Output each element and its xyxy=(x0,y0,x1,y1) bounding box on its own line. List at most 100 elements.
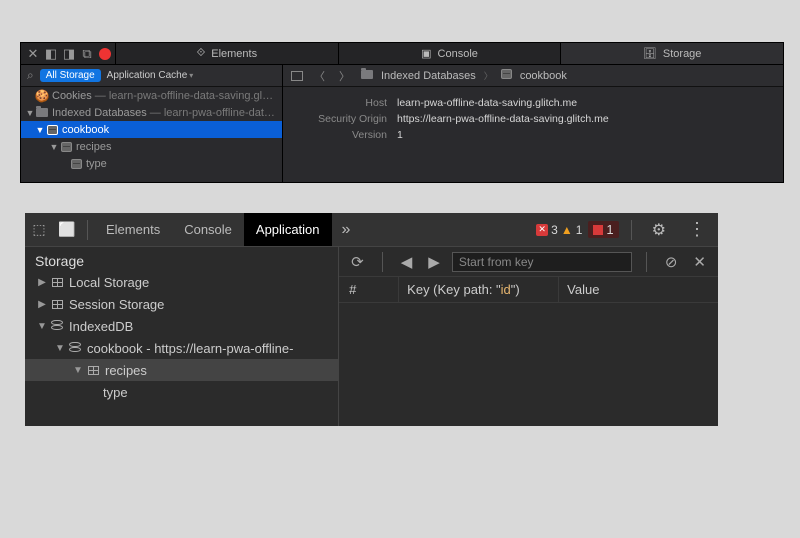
page-next-icon[interactable]: ▶ xyxy=(424,253,444,271)
refresh-icon[interactable]: ⟳ xyxy=(347,253,368,271)
device-toggle-icon[interactable]: ⬜ xyxy=(53,213,81,247)
breadcrumb-cookbook[interactable]: cookbook xyxy=(520,70,567,82)
tab-application[interactable]: Application xyxy=(244,213,332,246)
tab-console-label: Console xyxy=(438,48,478,60)
tree-recipes-label: recipes xyxy=(105,363,147,378)
tree-type[interactable]: type xyxy=(21,155,282,172)
issues-badge[interactable]: 1 xyxy=(588,221,618,238)
col-key[interactable]: Key (Key path: "id") xyxy=(399,277,559,302)
start-key-placeholder: Start from key xyxy=(459,255,534,269)
disclosure-triangle-icon[interactable]: ▶ xyxy=(35,277,49,288)
error-icon: ✕ xyxy=(536,224,548,236)
detail-host-key: Host xyxy=(297,97,397,109)
disclosure-triangle-icon[interactable]: ▼ xyxy=(35,321,49,332)
filter-all-storage[interactable]: All Storage xyxy=(40,69,101,82)
page-prev-icon[interactable]: ◀ xyxy=(397,253,417,271)
dock-left-icon[interactable]: ◧ xyxy=(43,46,59,62)
nav-back-icon[interactable]: 〈 xyxy=(311,68,328,84)
storage-icon: 🗄 xyxy=(643,47,657,60)
popout-icon[interactable]: ⧉ xyxy=(79,46,95,62)
divider xyxy=(631,220,632,240)
col-number[interactable]: # xyxy=(339,277,399,302)
top-tabbar: ✕ ◧ ◨ ⧉ ⟐ Elements ▣ Console 🗄 Storage xyxy=(21,43,783,65)
database-details: Host learn-pwa-offline-data-saving.glitc… xyxy=(283,87,783,155)
tree-cookbook[interactable]: ▼ cookbook - https://learn-pwa-offline- xyxy=(25,337,338,359)
tree-cookies[interactable]: 🍪 Cookies — learn-pwa-offline-data-savin… xyxy=(21,87,282,104)
application-sidebar: Storage ▶ Local Storage ▶ Session Storag… xyxy=(25,247,339,426)
tree-indexeddb-label: IndexedDB xyxy=(69,319,133,334)
tree-indexed-databases[interactable]: ▼ Indexed Databases — learn-pwa-offline-… xyxy=(21,104,282,121)
tree-idb-label: Indexed Databases xyxy=(52,107,147,119)
chevron-right-icon: 〉 xyxy=(484,69,493,82)
tab-elements[interactable]: Elements xyxy=(94,213,172,246)
folder-icon xyxy=(35,107,49,119)
chrome-devtools-panel: ⬚ ⬜ Elements Console Application » ✕ 3 ▲… xyxy=(25,213,718,426)
safari-inspector-panel: ✕ ◧ ◨ ⧉ ⟐ Elements ▣ Console 🗄 Storage ⌕… xyxy=(20,42,784,183)
storage-detail-pane: 〈 〉 Indexed Databases 〉 cookbook Host le… xyxy=(283,65,783,182)
disclosure-triangle-icon[interactable]: ▼ xyxy=(35,125,45,135)
detail-host-value: learn-pwa-offline-data-saving.glitch.me xyxy=(397,97,577,109)
database-icon xyxy=(67,342,83,354)
inspect-icon[interactable]: ⬚ xyxy=(25,213,53,247)
error-indicator-icon[interactable] xyxy=(99,48,111,60)
col-value[interactable]: Value xyxy=(559,277,718,302)
flag-icon xyxy=(593,225,603,235)
tree-type[interactable]: type xyxy=(25,381,338,403)
col-key-pre: Key (Key path: " xyxy=(407,282,501,297)
breadcrumb-bar: 〈 〉 Indexed Databases 〉 cookbook xyxy=(283,65,783,87)
tree-local-storage[interactable]: ▶ Local Storage xyxy=(25,271,338,293)
status-badges: ✕ 3 ▲ 1 1 ⚙ ⋮ xyxy=(536,219,718,240)
tree-session-label: Session Storage xyxy=(69,297,164,312)
tree-session-storage[interactable]: ▶ Session Storage xyxy=(25,293,338,315)
dock-right-icon[interactable]: ◨ xyxy=(61,46,77,62)
col-key-post: ") xyxy=(511,282,520,297)
tree-type-label: type xyxy=(103,385,128,400)
sidebar-toggle-icon[interactable] xyxy=(291,71,303,81)
nav-forward-icon[interactable]: 〉 xyxy=(336,68,353,84)
disclosure-triangle-icon[interactable]: ▼ xyxy=(25,108,35,118)
tab-storage-label: Storage xyxy=(663,48,702,60)
tree-cookbook[interactable]: ▼ cookbook xyxy=(21,121,282,138)
tab-storage[interactable]: 🗄 Storage xyxy=(560,43,783,64)
disclosure-triangle-icon[interactable]: ▼ xyxy=(49,142,59,152)
tree-recipes-label: recipes xyxy=(76,141,111,153)
filter-app-cache[interactable]: Application Cache▾ xyxy=(107,70,194,81)
tree-idb-host: — learn-pwa-offline-dat… xyxy=(150,107,275,119)
disclosure-triangle-icon[interactable]: ▶ xyxy=(35,299,49,310)
start-key-input[interactable]: Start from key xyxy=(452,252,632,272)
gear-icon[interactable]: ⚙ xyxy=(644,220,674,240)
disclosure-triangle-icon[interactable]: ▼ xyxy=(53,343,67,354)
breadcrumb-idb[interactable]: Indexed Databases xyxy=(381,70,476,82)
warnings-count: 1 xyxy=(576,223,583,237)
detail-version-key: Version xyxy=(297,129,397,141)
database-icon xyxy=(45,124,59,136)
table-icon xyxy=(59,141,73,153)
tree-indexeddb[interactable]: ▼ IndexedDB xyxy=(25,315,338,337)
table-grid-icon xyxy=(85,366,101,375)
detail-version-value: 1 xyxy=(397,129,403,141)
search-icon[interactable]: ⌕ xyxy=(27,68,34,83)
tree-local-label: Local Storage xyxy=(69,275,149,290)
tree-recipes[interactable]: ▼ recipes xyxy=(25,359,338,381)
clear-icon[interactable]: ⊘ xyxy=(661,253,682,271)
tree-type-label: type xyxy=(86,158,107,170)
tree-recipes[interactable]: ▼ recipes xyxy=(21,138,282,155)
issues-count: 1 xyxy=(606,222,613,237)
delete-icon[interactable]: ✕ xyxy=(689,253,710,271)
tab-elements[interactable]: ⟐ Elements xyxy=(115,43,338,64)
disclosure-triangle-icon[interactable]: ▼ xyxy=(71,365,85,376)
kebab-menu-icon[interactable]: ⋮ xyxy=(680,219,714,240)
elements-icon: ⟐ xyxy=(197,47,206,60)
tab-console[interactable]: Console xyxy=(172,213,244,246)
storage-grid-icon xyxy=(49,278,65,287)
tab-console[interactable]: ▣ Console xyxy=(338,43,561,64)
divider xyxy=(646,252,647,272)
errors-count: 3 xyxy=(551,223,558,237)
tree-cookbook-label: cookbook - https://learn-pwa-offline- xyxy=(87,341,293,356)
section-storage-label: Storage xyxy=(25,247,338,271)
errors-badge[interactable]: ✕ 3 ▲ 1 xyxy=(536,223,582,237)
more-tabs-icon[interactable]: » xyxy=(332,213,361,246)
tab-elements-label: Elements xyxy=(211,48,257,60)
close-icon[interactable]: ✕ xyxy=(25,46,41,62)
database-icon xyxy=(49,320,65,332)
